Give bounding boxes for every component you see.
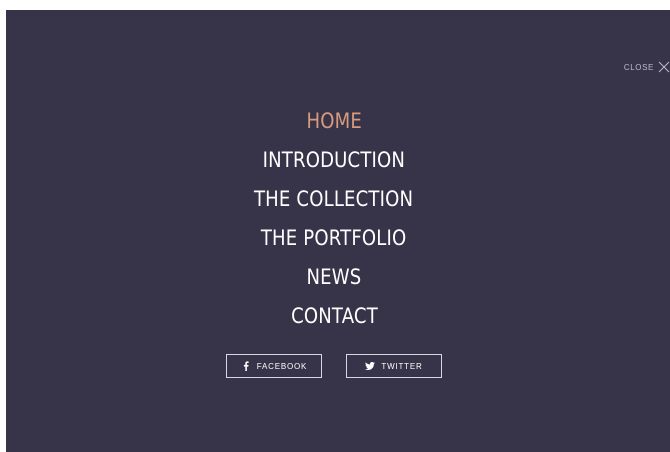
menu-overlay: CLOSE HOME INTRODUCTION THE COLLECTION T… [6,10,670,452]
nav-item-the-portfolio: THE PORTFOLIO [6,219,662,258]
nav-item-introduction: INTRODUCTION [6,141,662,180]
nav-link-home[interactable]: HOME [306,102,361,141]
facebook-button[interactable]: FACEBOOK [226,354,322,378]
nav-link-news[interactable]: NEWS [307,258,362,297]
close-icon [658,61,670,73]
nav-link-introduction[interactable]: INTRODUCTION [263,141,406,180]
nav-item-news: NEWS [6,258,662,297]
nav-item-contact: CONTACT [6,297,662,336]
nav-link-the-collection[interactable]: THE COLLECTION [254,180,413,219]
main-nav: HOME INTRODUCTION THE COLLECTION THE POR… [6,102,662,336]
nav-item-the-collection: THE COLLECTION [6,180,662,219]
nav-link-contact[interactable]: CONTACT [291,297,378,336]
nav-link-the-portfolio[interactable]: THE PORTFOLIO [261,219,407,258]
twitter-button[interactable]: TWITTER [346,354,442,378]
social-links: FACEBOOK TWITTER [6,354,662,378]
twitter-label: TWITTER [381,361,423,371]
nav-item-home: HOME [6,102,662,141]
close-label: CLOSE [623,62,654,72]
facebook-label: FACEBOOK [256,361,308,371]
close-button[interactable]: CLOSE [624,61,670,73]
facebook-icon [243,361,249,371]
twitter-icon [365,362,376,370]
